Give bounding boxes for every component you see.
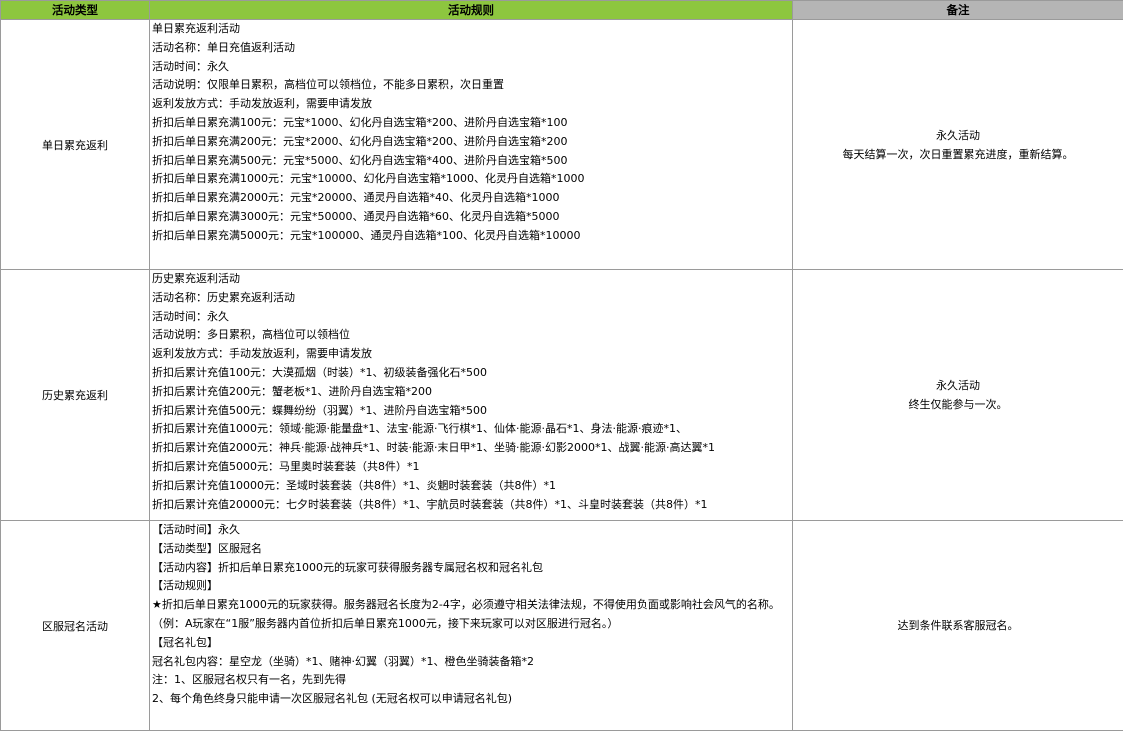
- rule-line: 折扣后累计充值20000元：七夕时装套装（共8件）*1、宇航员时装套装（共8件）…: [152, 497, 708, 511]
- activity-notes-cell: 永久活动 终生仅能参与一次。: [792, 269, 1123, 521]
- rule-line: 【活动规则】: [152, 579, 218, 593]
- rule-line: 2、每个角色终身只能申请一次区服冠名礼包 (无冠名权可以申请冠名礼包): [152, 692, 513, 706]
- header-row: 活动类型 活动规则 备注: [0, 0, 1123, 20]
- rule-line: 活动名称：历史累充返利活动: [152, 290, 295, 304]
- rule-line: 折扣后单日累充满3000元：元宝*50000、通灵丹自选箱*60、化灵丹自选箱*…: [152, 209, 560, 223]
- activity-rules-cell: 单日累充返利活动 活动名称：单日充值返利活动 活动时间：永久 活动说明：仅限单日…: [149, 19, 793, 270]
- header-rules: 活动规则: [149, 0, 793, 20]
- rule-line: 活动时间：永久: [152, 59, 229, 73]
- rule-line: 折扣后累计充值100元：大漠孤烟（时装）*1、初级装备强化石*500: [152, 365, 487, 379]
- table-row: 单日累充返利 单日累充返利活动 活动名称：单日充值返利活动 活动时间：永久 活动…: [0, 19, 1123, 270]
- activity-type-cell: 单日累充返利: [0, 19, 150, 270]
- rule-line: 折扣后累计充值2000元：神兵·能源·战神兵*1、时装·能源·末日甲*1、坐骑·…: [152, 441, 715, 455]
- rule-line: 单日累充返利活动: [152, 22, 240, 35]
- rule-line: 历史累充返利活动: [152, 272, 240, 285]
- rule-line: 【活动内容】折扣后单日累充1000元的玩家可获得服务器专属冠名权和冠名礼包: [152, 560, 543, 574]
- activity-type-cell: 历史累充返利: [0, 269, 150, 521]
- activity-table: 活动类型 活动规则 备注 单日累充返利 单日累充返利活动 活动名称：单日充值返利…: [0, 0, 1123, 731]
- activity-rules-cell: 【活动时间】永久 【活动类型】区服冠名 【活动内容】折扣后单日累充1000元的玩…: [149, 520, 793, 731]
- rule-line: 折扣后单日累充满200元：元宝*2000、幻化丹自选宝箱*200、进阶丹自选宝箱…: [152, 134, 568, 148]
- note-line: 每天结算一次，次日重置累充进度，重新结算。: [842, 147, 1074, 161]
- rule-line: 折扣后累计充值5000元：马里奥时装套装（共8件）*1: [152, 459, 420, 473]
- note-line: 永久活动: [936, 379, 980, 392]
- rule-line: 注：1、区服冠名权只有一名，先到先得: [152, 673, 346, 687]
- rule-line: 返利发放方式：手动发放返利，需要申请发放: [152, 347, 372, 361]
- rule-line: （例：A玩家在“1服”服务器内首位折扣后单日累充1000元，接下来玩家可以对区服…: [152, 616, 619, 630]
- header-notes: 备注: [792, 0, 1123, 20]
- note-line: 终生仅能参与一次。: [908, 398, 1008, 411]
- rule-line: 返利发放方式：手动发放返利，需要申请发放: [152, 97, 372, 111]
- table-row: 历史累充返利 历史累充返利活动 活动名称：历史累充返利活动 活动时间：永久 活动…: [0, 269, 1123, 521]
- rule-line: 活动时间：永久: [152, 309, 229, 323]
- note-line: 达到条件联系客服冠名。: [897, 619, 1019, 632]
- activity-rules-cell: 历史累充返利活动 活动名称：历史累充返利活动 活动时间：永久 活动说明：多日累积…: [149, 269, 793, 521]
- rule-line: 活动说明：仅限单日累积，高档位可以领档位，不能多日累积，次日重置: [152, 78, 504, 92]
- note-line: 永久活动: [936, 128, 980, 142]
- activity-type-cell: 区服冠名活动: [0, 520, 150, 731]
- rule-line: 【活动类型】区服冠名: [152, 541, 262, 555]
- header-type: 活动类型: [0, 0, 150, 20]
- rule-line: 折扣后单日累充满100元：元宝*1000、幻化丹自选宝箱*200、进阶丹自选宝箱…: [152, 115, 568, 129]
- rule-line: 折扣后累计充值200元：蟹老板*1、进阶丹自选宝箱*200: [152, 384, 432, 398]
- rule-line: 【活动时间】永久: [152, 523, 240, 536]
- rule-line: 折扣后单日累充满2000元：元宝*20000、通灵丹自选箱*40、化灵丹自选箱*…: [152, 191, 560, 205]
- rule-line: 折扣后累计充值500元：蝶舞纷纷（羽翼）*1、进阶丹自选宝箱*500: [152, 403, 487, 417]
- rule-line: 活动名称：单日充值返利活动: [152, 40, 295, 54]
- rule-line: 折扣后单日累充满5000元：元宝*100000、通灵丹自选箱*100、化灵丹自选…: [152, 228, 581, 242]
- rule-line: ★折扣后单日累充1000元的玩家获得。服务器冠名长度为2-4字，必须遵守相关法律…: [152, 598, 780, 612]
- rule-line: 折扣后累计充值1000元：领域·能源·能量盘*1、法宝·能源·飞行棋*1、仙体·…: [152, 422, 687, 436]
- rule-line: 【冠名礼包】: [152, 635, 218, 649]
- rule-line: 冠名礼包内容：星空龙（坐骑）*1、赌神·幻翼（羽翼）*1、橙色坐骑装备箱*2: [152, 654, 534, 668]
- rule-line: 活动说明：多日累积，高档位可以领档位: [152, 328, 350, 342]
- rule-line: 折扣后累计充值10000元：圣域时装套装（共8件）*1、炎魍时装套装（共8件）*…: [152, 478, 556, 492]
- rule-line: 折扣后单日累充满1000元：元宝*10000、幻化丹自选宝箱*1000、化灵丹自…: [152, 172, 585, 186]
- rule-line: 折扣后单日累充满500元：元宝*5000、幻化丹自选宝箱*400、进阶丹自选宝箱…: [152, 153, 568, 167]
- activity-notes-cell: 达到条件联系客服冠名。: [792, 520, 1123, 731]
- table-row: 区服冠名活动 【活动时间】永久 【活动类型】区服冠名 【活动内容】折扣后单日累充…: [0, 520, 1123, 731]
- activity-notes-cell: 永久活动 每天结算一次，次日重置累充进度，重新结算。: [792, 19, 1123, 270]
